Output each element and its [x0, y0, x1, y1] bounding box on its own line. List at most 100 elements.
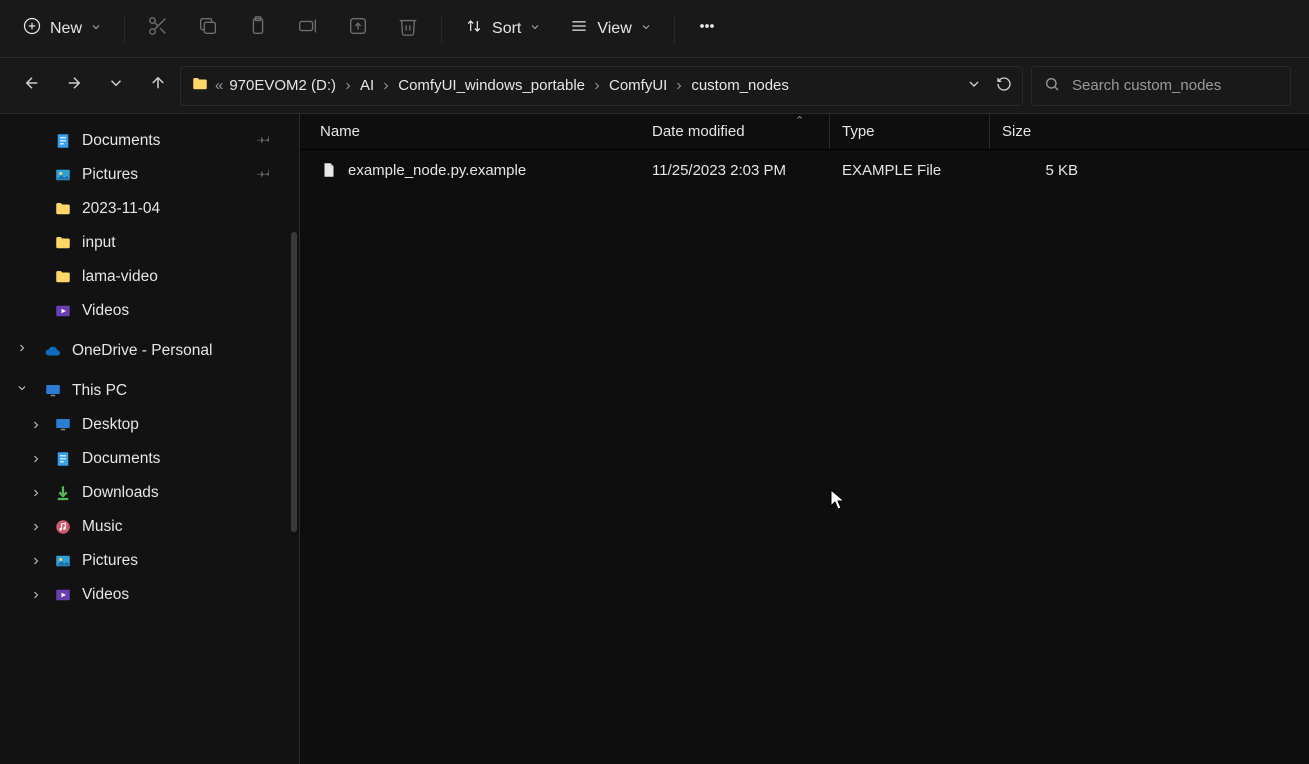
folder-icon: [191, 75, 209, 97]
sidebar-item[interactable]: Pictures: [0, 158, 299, 192]
chevron-down-icon: [640, 20, 652, 38]
column-header-type[interactable]: Type: [830, 114, 990, 149]
column-headers: Name Date modified Type Size: [300, 114, 1309, 150]
sidebar-item[interactable]: 2023-11-04: [0, 192, 299, 226]
breadcrumb-segment[interactable]: AI: [360, 77, 374, 94]
paste-button[interactable]: [237, 9, 279, 48]
sidebar-item[interactable]: input: [0, 226, 299, 260]
delete-button[interactable]: [387, 9, 429, 48]
share-icon: [347, 15, 369, 42]
column-header-name[interactable]: Name: [300, 114, 640, 149]
new-button[interactable]: New: [12, 10, 112, 47]
mouse-cursor-icon: [830, 489, 848, 516]
file-name: example_node.py.example: [348, 162, 526, 179]
sidebar-item[interactable]: Documents: [0, 442, 299, 476]
view-button[interactable]: View: [559, 10, 661, 47]
video-icon: [54, 302, 72, 320]
chevron-right-icon[interactable]: [30, 589, 42, 601]
breadcrumb-segment[interactable]: ComfyUI_windows_portable: [398, 77, 585, 94]
sort-button[interactable]: Sort: [454, 10, 551, 47]
sidebar-item-label: OneDrive - Personal: [72, 342, 212, 360]
chevron-right-icon[interactable]: [30, 555, 42, 567]
sidebar-item[interactable]: Downloads: [0, 476, 299, 510]
file-type: EXAMPLE File: [830, 162, 990, 179]
sidebar-item-label: Pictures: [82, 166, 138, 184]
sidebar-item[interactable]: Videos: [0, 578, 299, 612]
sidebar-item-label: Desktop: [82, 416, 139, 434]
file-icon: [320, 161, 338, 179]
picture-icon: [54, 166, 72, 184]
toolbar-divider: [441, 15, 442, 43]
chevron-down-icon: [529, 20, 541, 38]
sidebar-item-onedrive[interactable]: OneDrive - Personal: [0, 328, 299, 368]
sidebar-scrollbar-thumb[interactable]: [291, 232, 297, 532]
file-row[interactable]: example_node.py.example 11/25/2023 2:03 P…: [300, 150, 1309, 190]
back-button[interactable]: [18, 72, 46, 100]
share-button[interactable]: [337, 9, 379, 48]
video-icon: [54, 586, 72, 604]
chevron-down-icon: [107, 74, 125, 97]
sidebar-item-label: Downloads: [82, 484, 159, 502]
sort-icon: [464, 16, 484, 41]
sidebar-item-label: Videos: [82, 586, 129, 604]
chevron-right-icon: [342, 80, 354, 92]
arrow-left-icon: [23, 74, 41, 97]
copy-button[interactable]: [187, 9, 229, 48]
sidebar-item-label: Videos: [82, 302, 129, 320]
address-bar[interactable]: « 970EVOM2 (D:) AI ComfyUI_windows_porta…: [180, 66, 1023, 106]
sidebar-item[interactable]: Desktop: [0, 408, 299, 442]
file-date: 11/25/2023 2:03 PM: [640, 162, 830, 179]
doc-icon: [54, 450, 72, 468]
arrow-up-icon: [149, 74, 167, 97]
sidebar-item-label: 2023-11-04: [82, 200, 160, 218]
chevron-right-icon[interactable]: [30, 487, 42, 499]
chevron-right-icon[interactable]: [30, 521, 42, 533]
search-icon: [1044, 76, 1060, 96]
sidebar-item[interactable]: Videos: [0, 294, 299, 328]
clipboard-icon: [247, 15, 269, 42]
chevron-down-icon: [90, 20, 102, 38]
sort-button-label: Sort: [492, 20, 521, 38]
rename-button[interactable]: [287, 9, 329, 48]
column-header-size[interactable]: Size: [990, 114, 1090, 149]
chevron-right-icon[interactable]: [30, 453, 42, 465]
scissors-icon: [147, 15, 169, 42]
sidebar-item-thispc[interactable]: This PC: [0, 368, 299, 408]
picture-icon: [54, 552, 72, 570]
breadcrumb-segment[interactable]: custom_nodes: [691, 77, 789, 94]
chevron-right-icon: [673, 80, 685, 92]
history-dropdown-button[interactable]: [966, 76, 982, 96]
more-button[interactable]: [687, 10, 727, 47]
sidebar-item-label: lama-video: [82, 268, 158, 286]
folder-icon: [54, 200, 72, 218]
cut-button[interactable]: [137, 9, 179, 48]
sort-ascending-icon: ⌃: [795, 114, 804, 127]
sidebar-item[interactable]: Documents: [0, 124, 299, 158]
sidebar-item-label: Documents: [82, 450, 160, 468]
refresh-button[interactable]: [996, 76, 1012, 96]
desktop-icon: [54, 416, 72, 434]
sidebar-item[interactable]: lama-video: [0, 260, 299, 294]
sidebar-item-label: input: [82, 234, 116, 252]
toolbar-divider: [124, 15, 125, 43]
list-icon: [569, 16, 589, 41]
up-button[interactable]: [144, 72, 172, 100]
chevron-down-icon[interactable]: [16, 382, 28, 394]
navigation-sidebar: Documents Pictures 2023-11-04 input lama-vid…: [0, 114, 300, 764]
pin-icon: [257, 166, 271, 185]
navigation-row: « 970EVOM2 (D:) AI ComfyUI_windows_porta…: [0, 58, 1309, 114]
chevron-right-icon[interactable]: [30, 419, 42, 431]
sidebar-item-label: Documents: [82, 132, 160, 150]
sidebar-item[interactable]: Music: [0, 510, 299, 544]
search-input[interactable]: [1070, 76, 1278, 95]
recent-locations-button[interactable]: [102, 72, 130, 100]
download-icon: [54, 484, 72, 502]
music-icon: [54, 518, 72, 536]
chevron-right-icon[interactable]: [16, 342, 28, 354]
sidebar-item[interactable]: Pictures: [0, 544, 299, 578]
breadcrumb-segment[interactable]: 970EVOM2 (D:): [229, 77, 336, 94]
command-toolbar: New Sort Vie: [0, 0, 1309, 58]
search-box[interactable]: [1031, 66, 1291, 106]
forward-button[interactable]: [60, 72, 88, 100]
breadcrumb-segment[interactable]: ComfyUI: [609, 77, 667, 94]
